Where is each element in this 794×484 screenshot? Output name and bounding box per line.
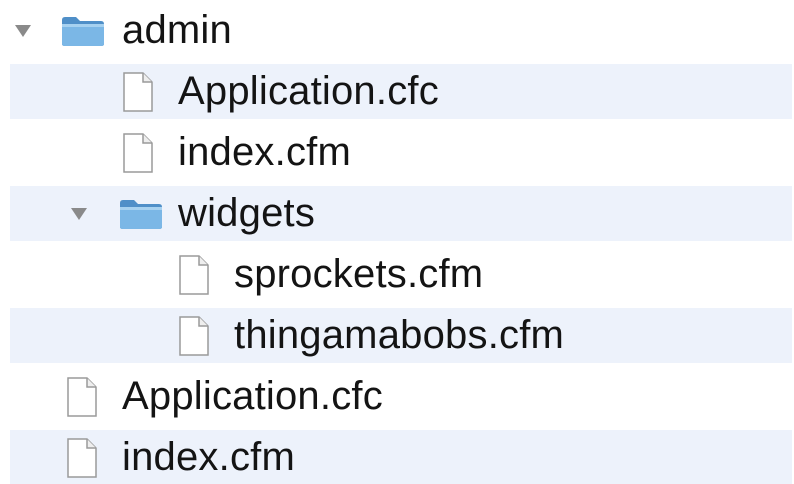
document-icon <box>64 376 100 418</box>
document-icon <box>176 254 212 296</box>
file-tree: admin Application.cfc index.cfm widgets … <box>0 0 794 484</box>
tree-item-label: Application.cfc <box>122 374 383 418</box>
tree-item-label: index.cfm <box>178 130 351 174</box>
tree-item-widgets[interactable]: widgets <box>0 183 794 244</box>
tree-item-application-cfc-root[interactable]: Application.cfc <box>0 366 794 427</box>
tree-item-index-cfm[interactable]: index.cfm <box>0 122 794 183</box>
document-icon <box>176 315 212 357</box>
folder-icon <box>60 14 106 48</box>
tree-item-application-cfc[interactable]: Application.cfc <box>0 61 794 122</box>
document-icon <box>120 132 156 174</box>
document-icon <box>64 437 100 479</box>
folder-icon <box>118 197 164 231</box>
tree-item-index-cfm-root[interactable]: index.cfm <box>0 427 794 484</box>
tree-item-thingamabobs-cfm[interactable]: thingamabobs.cfm <box>0 305 794 366</box>
tree-item-label: admin <box>122 8 232 52</box>
tree-item-admin[interactable]: admin <box>0 0 794 61</box>
tree-item-label: sprockets.cfm <box>234 252 484 296</box>
tree-item-label: thingamabobs.cfm <box>234 313 565 357</box>
tree-item-sprockets-cfm[interactable]: sprockets.cfm <box>0 244 794 305</box>
tree-item-label: Application.cfc <box>178 69 439 113</box>
tree-item-label: index.cfm <box>122 435 295 479</box>
tree-item-label: widgets <box>178 191 316 235</box>
document-icon <box>120 71 156 113</box>
disclosure-triangle-icon[interactable] <box>14 22 32 40</box>
disclosure-triangle-icon[interactable] <box>70 205 88 223</box>
